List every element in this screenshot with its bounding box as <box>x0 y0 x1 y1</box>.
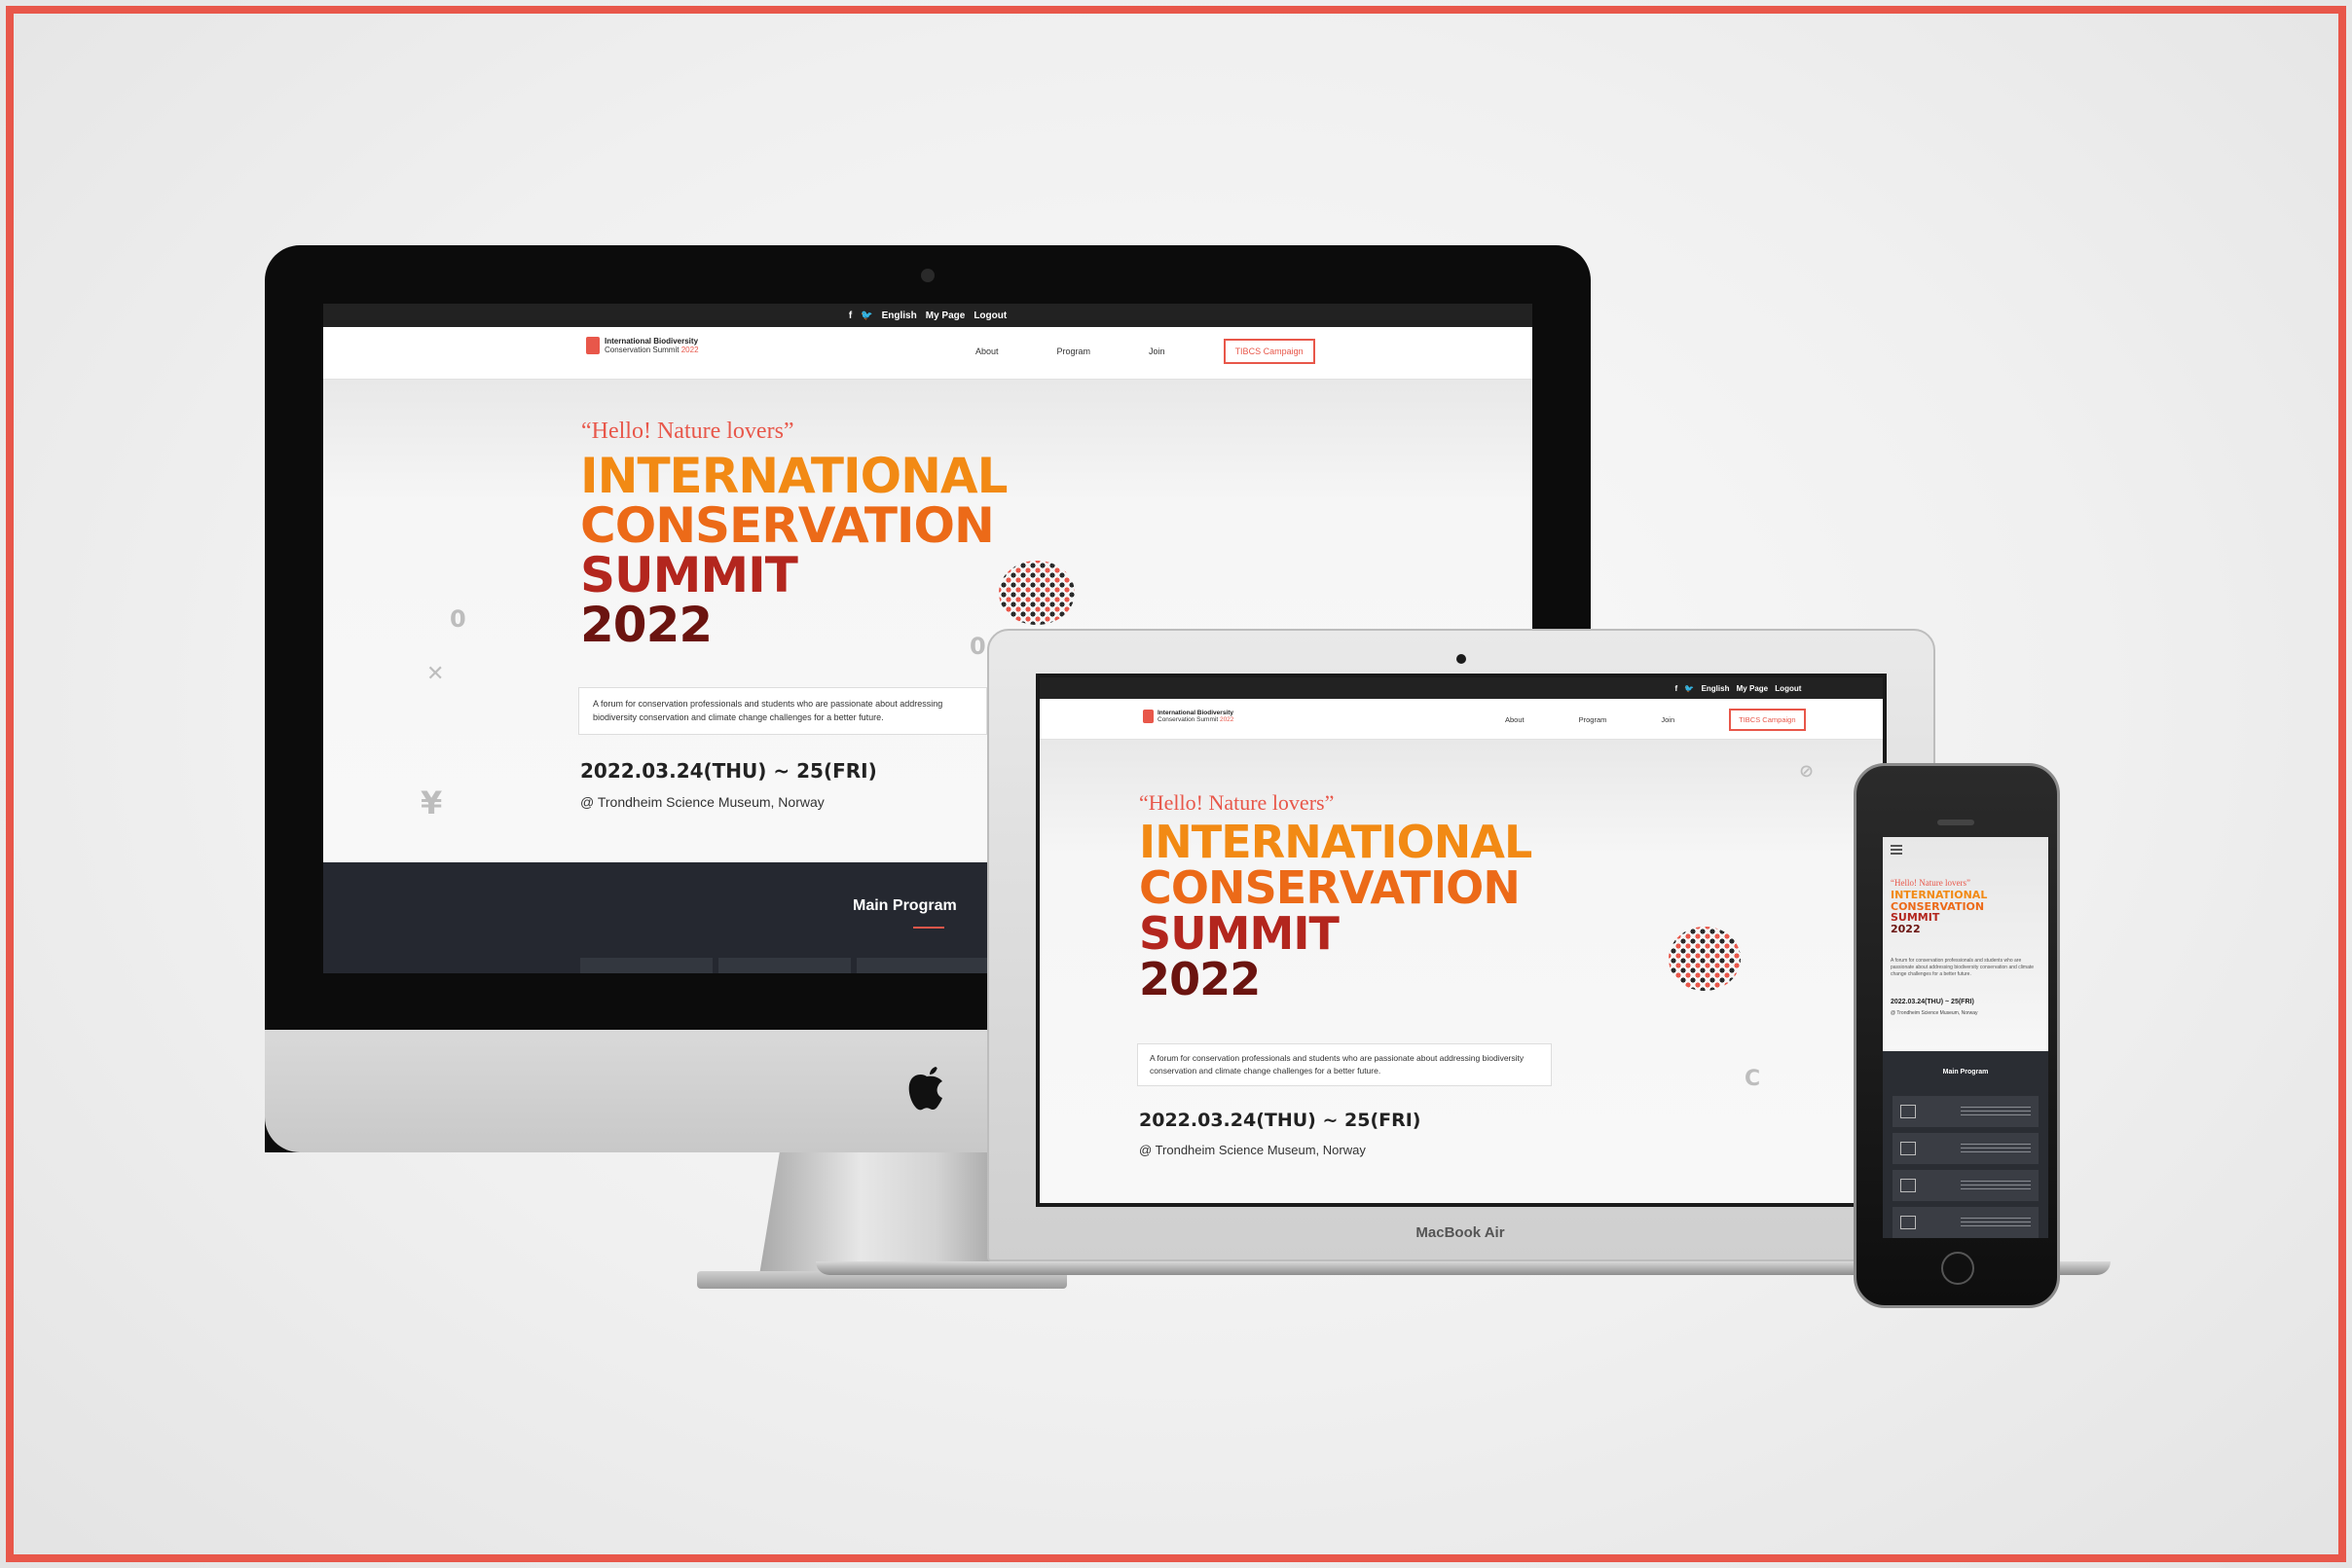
imac-camera <box>921 269 935 282</box>
macbook-camera <box>1456 654 1466 664</box>
program-card-icon <box>1900 1105 1916 1118</box>
main-program-underline <box>913 927 944 929</box>
hero-title-line3: SUMMIT <box>1891 911 1940 925</box>
logo-year: 2022 <box>680 346 699 355</box>
nav-menu: About Program Join TIBCS Campaign <box>1505 709 1806 731</box>
main-nav: International Biodiversity Conservation … <box>1040 699 1883 740</box>
nav-campaign-button[interactable]: TIBCS Campaign <box>1729 709 1806 731</box>
logo-line2: Conservation Summit <box>605 346 680 355</box>
nav-menu: About Program Join TIBCS Campaign <box>975 339 1315 364</box>
twitter-icon[interactable]: 🐦 <box>861 310 872 321</box>
imac-stand <box>759 1152 1012 1275</box>
deco-copyright-icon: C <box>1745 1067 1761 1091</box>
hero-title: INTERNATIONAL CONSERVATION SUMMIT 2022 <box>1891 890 1987 934</box>
program-card[interactable] <box>1893 1170 2039 1201</box>
deco-yen-icon: ¥ <box>421 784 443 821</box>
program-tab[interactable] <box>857 958 989 973</box>
hero-date: 2022.03.24(THU) ~ 25(FRI) <box>1891 999 1974 1005</box>
hero-venue: @ Trondheim Science Museum, Norway <box>580 794 825 810</box>
language-link[interactable]: English <box>1702 684 1730 693</box>
hero-greeting: “Hello! Nature lovers” <box>1139 790 1335 815</box>
program-card[interactable] <box>1893 1207 2039 1238</box>
mypage-link[interactable]: My Page <box>926 310 966 321</box>
language-link[interactable]: English <box>882 310 917 321</box>
program-card[interactable] <box>1893 1096 2039 1127</box>
hero-date: 2022.03.24(THU) ~ 25(FRI) <box>580 759 877 783</box>
hero-background <box>1883 837 2048 1051</box>
iphone-speaker <box>1937 820 1974 825</box>
deco-zero-icon: 0 <box>450 605 466 633</box>
macbook-label: MacBook Air <box>1415 1224 1505 1241</box>
hero-title-line1: INTERNATIONAL <box>1891 889 1988 901</box>
dot-pattern-decoration <box>999 561 1075 625</box>
deco-circle-icon: ⊘ <box>1799 761 1815 782</box>
hero-description: A forum for conservation professionals a… <box>578 687 987 735</box>
nav-program[interactable]: Program <box>1579 715 1607 724</box>
nav-about[interactable]: About <box>975 346 999 356</box>
iphone-screen-website: “Hello! Nature lovers” INTERNATIONAL CON… <box>1883 837 2048 1238</box>
hero-title-line2: CONSERVATION <box>1139 860 1521 914</box>
logo-line1: International Biodiversity <box>605 337 699 346</box>
hero-description: A forum for conservation professionals a… <box>1137 1043 1552 1086</box>
logo-line2: Conservation Summit <box>1158 716 1219 724</box>
nav-join[interactable]: Join <box>1661 715 1674 724</box>
program-card-icon <box>1900 1142 1916 1155</box>
facebook-icon[interactable]: f <box>849 310 852 321</box>
dot-pattern-decoration <box>1669 927 1741 991</box>
top-utility-bar: f 🐦 English My Page Logout <box>323 304 1532 327</box>
logo-year: 2022 <box>1219 716 1234 724</box>
mypage-link[interactable]: My Page <box>1737 684 1768 693</box>
logo-line1: International Biodiversity <box>1158 710 1234 716</box>
nav-program[interactable]: Program <box>1057 346 1091 356</box>
hero-title: INTERNATIONAL CONSERVATION SUMMIT 2022 <box>1139 816 1532 1005</box>
apple-logo-icon <box>908 1067 942 1111</box>
iphone-home-button[interactable] <box>1941 1252 1974 1285</box>
hero-greeting: “Hello! Nature lovers” <box>581 419 794 444</box>
program-tab[interactable] <box>580 958 713 973</box>
hamburger-menu-icon[interactable] <box>1891 845 1902 855</box>
hero-title-line1: INTERNATIONAL <box>580 448 1008 504</box>
program-tab[interactable] <box>718 958 851 973</box>
logo-mark-icon <box>586 337 600 355</box>
site-logo[interactable]: International Biodiversity Conservation … <box>1143 710 1233 724</box>
macbook-screen-website: f 🐦 English My Page Logout International… <box>1040 677 1883 1203</box>
logout-link[interactable]: Logout <box>974 310 1007 321</box>
nav-about[interactable]: About <box>1505 715 1525 724</box>
top-utility-bar: f 🐦 English My Page Logout <box>1040 677 1883 699</box>
main-program-title: Main Program <box>853 897 957 914</box>
main-nav: International Biodiversity Conservation … <box>323 327 1532 380</box>
hero-title-line3: SUMMIT <box>1139 906 1340 960</box>
hero-title-line4: 2022 <box>580 597 713 653</box>
hero-title-line3: SUMMIT <box>580 547 798 603</box>
logout-link[interactable]: Logout <box>1775 684 1801 693</box>
program-card-icon <box>1900 1216 1916 1229</box>
hero-title: INTERNATIONAL CONSERVATION SUMMIT 2022 <box>580 452 1008 650</box>
program-card-icon <box>1900 1179 1916 1192</box>
site-logo[interactable]: International Biodiversity Conservation … <box>586 337 699 355</box>
hero-venue: @ Trondheim Science Museum, Norway <box>1891 1010 1978 1016</box>
twitter-icon[interactable]: 🐦 <box>1684 684 1694 693</box>
main-program-title: Main Program <box>1942 1069 1989 1076</box>
hero-venue: @ Trondheim Science Museum, Norway <box>1139 1143 1366 1157</box>
facebook-icon[interactable]: f <box>1675 684 1678 693</box>
hero-title-line4: 2022 <box>1891 922 1921 935</box>
hero-title-line1: INTERNATIONAL <box>1139 816 1532 868</box>
program-card[interactable] <box>1893 1133 2039 1164</box>
nav-join[interactable]: Join <box>1149 346 1165 356</box>
hero-description: A forum for conservation professionals a… <box>1891 958 2035 977</box>
hero-date: 2022.03.24(THU) ~ 25(FRI) <box>1139 1110 1421 1131</box>
logo-mark-icon <box>1143 710 1154 724</box>
deco-cross-icon: ✕ <box>426 662 445 686</box>
hero-greeting: “Hello! Nature lovers” <box>1891 878 1970 888</box>
nav-campaign-button[interactable]: TIBCS Campaign <box>1223 339 1315 364</box>
hero-title-line4: 2022 <box>1139 952 1261 1005</box>
hero-title-line2: CONSERVATION <box>580 497 995 554</box>
